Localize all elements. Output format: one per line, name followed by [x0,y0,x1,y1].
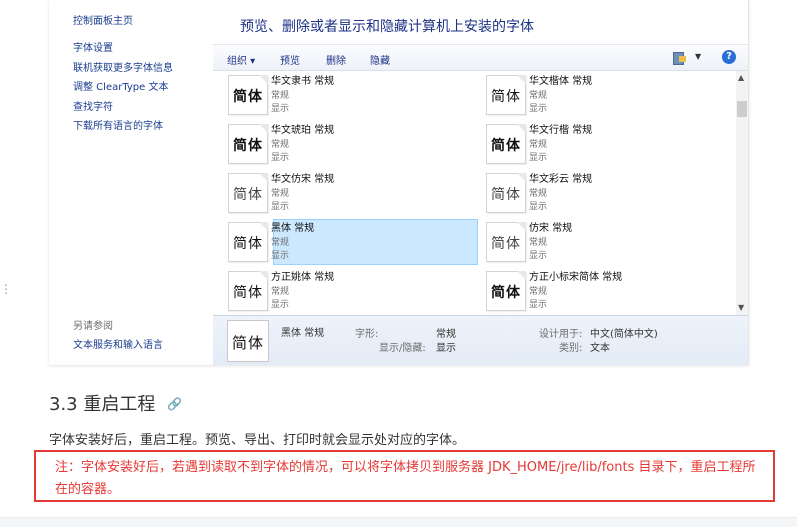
view-dropdown-chevron-icon[interactable]: ▼ [695,52,701,61]
sidebar-link-cleartype[interactable]: 调整 ClearType 文本 [73,81,173,101]
font-item[interactable]: 简体 方正小标宋简体 常规 常规 显示 [483,268,688,314]
font-file-icon: 简体 [228,173,268,213]
details-category-label: 类别: [559,343,583,354]
warning-note: 注：字体安装好后，若遇到读取不到字体的情况，可以将字体拷贝到服务器 JDK_HO… [34,450,775,502]
control-panel-sidebar: 控制面板主页 字体设置 联机获取更多字体信息 调整 ClearType 文本 查… [49,0,213,365]
sidebar-link-font-settings[interactable]: 字体设置 [73,42,173,62]
section-heading: 3.3 重启工程 🔗 [49,390,182,416]
font-file-icon: 简体 [228,75,268,115]
details-designed-for-value: 中文(简体中文) [590,329,658,340]
sidebar-links: 字体设置 联机获取更多字体信息 调整 ClearType 文本 查找字符 下载所… [73,42,173,140]
hide-button[interactable]: 隐藏 [370,52,390,67]
section-heading-text: 3.3 重启工程 [49,394,156,415]
see-also-title: 另请参阅 [73,321,113,332]
bottom-bar [0,517,797,527]
font-list-scrollbar[interactable]: ▲ ▼ [736,71,748,315]
font-control-panel-screenshot: 控制面板主页 字体设置 联机获取更多字体信息 调整 ClearType 文本 查… [49,0,749,365]
font-item[interactable]: 简体 华文琥珀 常规 常规 显示 [225,121,430,167]
font-file-icon: 简体 [486,173,526,213]
sidebar-link-find-character[interactable]: 查找字符 [73,101,173,121]
details-category-value: 文本 [590,343,610,354]
scrollbar-thumb[interactable] [737,101,747,117]
font-item[interactable]: 简体 华文仿宋 常规 常规 显示 [225,170,430,216]
details-designed-for-label: 设计用于: [539,329,583,340]
font-file-icon: 简体 [486,124,526,164]
font-file-icon: 简体 [486,271,526,311]
details-shape-label: 字形: [355,329,379,340]
scroll-down-icon[interactable]: ▼ [738,303,744,312]
selected-font-icon: 简体 [227,320,269,362]
anchor-link-icon[interactable]: 🔗 [167,397,182,411]
scroll-up-icon[interactable]: ▲ [738,73,744,82]
change-view-icon[interactable] [671,50,693,66]
organize-menu-button[interactable]: 组织 ▾ [227,52,255,67]
font-item[interactable]: 简体 华文彩云 常规 常规 显示 [483,170,688,216]
details-font-name: 黑体 常规 [281,328,325,339]
font-file-icon: 简体 [486,75,526,115]
restart-paragraph: 字体安装好后，重启工程。预览、导出、打印时就会显示处对应的字体。 [49,433,466,448]
font-item[interactable]: 简体 方正姚体 常规 常规 显示 [225,268,430,314]
see-also-text-services-link[interactable]: 文本服务和输入语言 [73,336,163,351]
details-shape-value: 常规 [436,329,456,340]
font-file-icon: 简体 [228,271,268,311]
font-file-icon: 简体 [228,222,268,262]
font-item[interactable]: 简体 华文楷体 常规 常规 显示 [483,72,688,118]
font-details-pane: 简体 黑体 常规 字形: 常规 显示/隐藏: 显示 设计用于: 中文(简体中文)… [213,315,748,365]
font-item[interactable]: 简体 仿宋 常规 常规 显示 [483,219,688,265]
help-icon[interactable]: ? [722,50,736,64]
font-file-icon: 简体 [486,222,526,262]
font-item[interactable]: 简体 黑体 常规 常规 显示 [225,219,430,265]
delete-button[interactable]: 删除 [326,52,346,67]
font-file-icon: 简体 [228,124,268,164]
font-list: 简体 华文隶书 常规 常规 显示 简体 华文楷体 常规 常规 显示 简体 华文琥… [213,71,736,315]
font-item[interactable]: 简体 华文隶书 常规 常规 显示 [225,72,430,118]
font-toolbar: 组织 ▾ 预览 删除 隐藏 ▼ ? [213,44,748,71]
control-panel-title: 预览、删除或者显示和隐藏计算机上安装的字体 [240,19,534,35]
font-item[interactable]: 简体 华文行楷 常规 常规 显示 [483,121,688,167]
drag-handle-icon[interactable]: ⋮ [0,283,12,295]
preview-button[interactable]: 预览 [280,52,300,67]
control-panel-home-link[interactable]: 控制面板主页 [73,12,133,27]
sidebar-link-download-fonts[interactable]: 下载所有语言的字体 [73,120,173,140]
details-visibility-value: 显示 [436,343,456,354]
sidebar-link-online-font-info[interactable]: 联机获取更多字体信息 [73,62,173,82]
details-visibility-label: 显示/隐藏: [379,343,426,354]
